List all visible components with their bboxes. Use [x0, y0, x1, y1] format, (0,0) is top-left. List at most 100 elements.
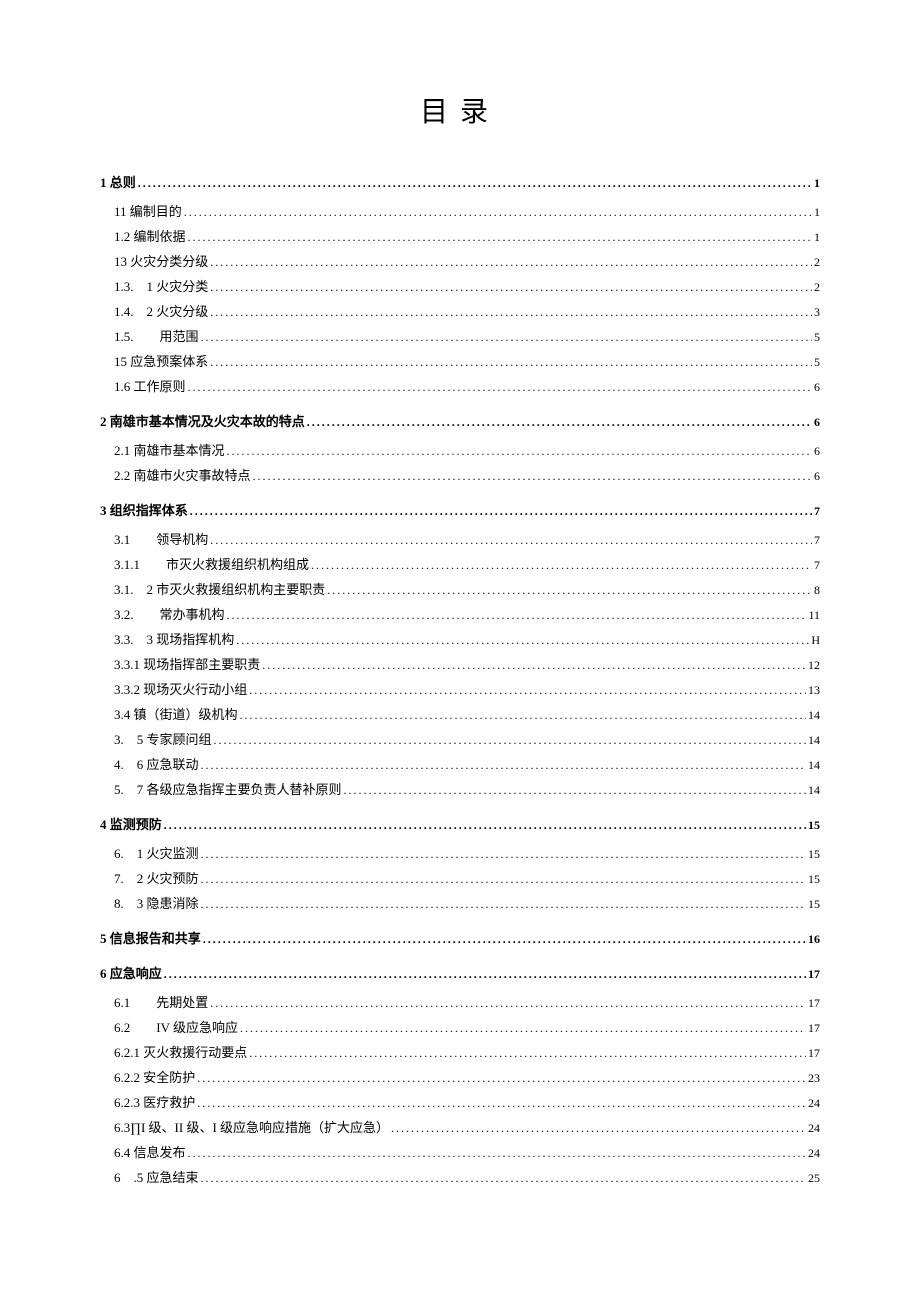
- toc-leader-dots: [210, 356, 812, 368]
- toc-entry-label: 2 南雄市基本情况及火灾本故的特点: [100, 415, 305, 428]
- toc-entry-page: H: [811, 634, 820, 646]
- toc-entry: 7. 2 火灾预防15: [100, 866, 820, 891]
- toc-entry-label: 2.1 南雄市基本情况: [114, 444, 225, 457]
- toc-entry-label: 3.2. 常办事机构: [114, 608, 225, 621]
- toc-leader-dots: [164, 819, 806, 831]
- toc-leader-dots: [210, 256, 812, 268]
- toc-leader-dots: [164, 968, 806, 980]
- toc-entry-label: 6 .5 应急结束: [114, 1171, 199, 1184]
- toc-entry: 3.1. 2 市灭火救援组织机构主要职责8: [100, 577, 820, 602]
- toc-leader-dots: [197, 1097, 806, 1109]
- toc-entry-label: 6.3∏I 级、II 级、I 级应急响应措施（扩大应急）: [114, 1121, 389, 1134]
- toc-entry-label: 13 火灾分类分级: [114, 255, 208, 268]
- toc-entry-label: 4 监测预防: [100, 818, 162, 831]
- toc-leader-dots: [188, 1147, 806, 1159]
- toc-entry-page: 24: [808, 1147, 820, 1159]
- toc-entry: 2.2 南雄市火灾事故特点6: [100, 463, 820, 488]
- toc-entry-page: 15: [808, 873, 820, 885]
- toc-entry-page: 25: [808, 1172, 820, 1184]
- toc-entry: 3.1.1 市灭火救援组织机构组成7: [100, 552, 820, 577]
- toc-entry-page: 23: [808, 1072, 820, 1084]
- toc-entry-page: 15: [808, 848, 820, 860]
- toc-entry-label: 3.3.2 现场灭火行动小组: [114, 683, 247, 696]
- toc-entry-label: 6.4 信息发布: [114, 1146, 186, 1159]
- table-of-contents: 1 总则 1 11 编制目的11.2 编制依据1 13 火灾分类分级 2 1.3. 1 火…: [100, 170, 820, 1190]
- toc-entry: 1.6 工作原则6: [100, 374, 820, 399]
- toc-entry: 6. 1 火灾监测 15: [100, 841, 820, 866]
- toc-entry: 6.4 信息发布 24: [100, 1140, 820, 1165]
- toc-leader-dots: [253, 470, 812, 482]
- toc-entry: 1.2 编制依据1: [100, 224, 820, 249]
- toc-entry: 6.3∏I 级、II 级、I 级应急响应措施（扩大应急）24: [100, 1115, 820, 1140]
- toc-entry-page: 17: [808, 1047, 820, 1059]
- toc-entry: 6 .5 应急结束 25: [100, 1165, 820, 1190]
- toc-entry-page: 6: [814, 381, 820, 393]
- toc-leader-dots: [188, 381, 812, 393]
- toc-entry-label: 6.1 先期处置: [114, 996, 208, 1009]
- toc-entry: 4. 6 应急联动14: [100, 752, 820, 777]
- toc-entry-label: 8. 3 隐患消除: [114, 897, 199, 910]
- toc-entry-label: 5 信息报告和共享: [100, 932, 201, 945]
- toc-entry-label: 1.5. 用范围: [114, 330, 199, 343]
- toc-entry-label: 15 应急预案体系: [114, 355, 208, 368]
- toc-leader-dots: [214, 734, 806, 746]
- toc-title: 目录: [100, 90, 820, 130]
- toc-entry: 11 编制目的1: [100, 199, 820, 224]
- toc-entry-label: 6.2.3 医疗救护: [114, 1096, 195, 1109]
- toc-entry: 1.4. 2 火灾分级3: [100, 299, 820, 324]
- toc-entry: 15 应急预案体系5: [100, 349, 820, 374]
- toc-leader-dots: [210, 997, 806, 1009]
- toc-entry: 13 火灾分类分级 2: [100, 249, 820, 274]
- toc-entry-page: 17: [808, 968, 820, 980]
- toc-entry: 3.2. 常办事机构 11: [100, 602, 820, 627]
- toc-entry-page: 12: [808, 659, 820, 671]
- toc-leader-dots: [210, 534, 812, 546]
- toc-entry: 3.1 领导机构7: [100, 527, 820, 552]
- toc-entry: 5 信息报告和共享 16: [100, 926, 820, 951]
- toc-leader-dots: [138, 177, 812, 189]
- toc-entry: 6 应急响应 17: [100, 961, 820, 986]
- toc-entry: 5. 7 各级应急指挥主要负责人替补原则14: [100, 777, 820, 802]
- toc-leader-dots: [249, 1047, 806, 1059]
- toc-entry-page: 17: [808, 997, 820, 1009]
- toc-entry-page: 16: [808, 933, 820, 945]
- toc-entry-page: 2: [814, 256, 820, 268]
- toc-leader-dots: [240, 1022, 806, 1034]
- toc-entry-label: 6 应急响应: [100, 967, 162, 980]
- toc-entry-label: 6. 1 火灾监测: [114, 847, 199, 860]
- toc-entry-page: 14: [808, 759, 820, 771]
- toc-leader-dots: [201, 331, 812, 343]
- toc-leader-dots: [184, 206, 812, 218]
- toc-entry-page: 6: [814, 416, 820, 428]
- toc-entry: 6.2 IV 级应急响应17: [100, 1015, 820, 1040]
- toc-entry-label: 3.1. 2 市灭火救援组织机构主要职责: [114, 583, 325, 596]
- toc-leader-dots: [327, 584, 812, 596]
- toc-leader-dots: [391, 1122, 806, 1134]
- toc-leader-dots: [227, 445, 812, 457]
- toc-leader-dots: [307, 416, 812, 428]
- toc-leader-dots: [249, 684, 806, 696]
- toc-entry: 2.1 南雄市基本情况 6: [100, 438, 820, 463]
- toc-leader-dots: [203, 933, 806, 945]
- toc-entry-label: 3.4 镇（街道）级机构: [114, 708, 238, 721]
- toc-entry-page: 11: [808, 609, 820, 621]
- toc-leader-dots: [227, 609, 807, 621]
- toc-leader-dots: [210, 306, 812, 318]
- toc-entry: 6.2.1 灭火救援行动要点17: [100, 1040, 820, 1065]
- toc-entry-page: 1: [814, 177, 820, 189]
- toc-entry: 3.3. 3 现场指挥机构H: [100, 627, 820, 652]
- toc-entry: 3. 5 专家顾问组14: [100, 727, 820, 752]
- toc-entry-page: 1: [814, 231, 820, 243]
- toc-leader-dots: [311, 559, 812, 571]
- toc-entry-label: 1.3. 1 火灾分类: [114, 280, 208, 293]
- toc-entry-page: 5: [814, 331, 820, 343]
- toc-entry: 4 监测预防15: [100, 812, 820, 837]
- toc-entry-page: 6: [814, 470, 820, 482]
- toc-leader-dots: [236, 634, 809, 646]
- toc-entry-label: 3. 5 专家顾问组: [114, 733, 212, 746]
- toc-entry: 6.2.3 医疗救护24: [100, 1090, 820, 1115]
- toc-entry-page: 17: [808, 1022, 820, 1034]
- toc-entry-label: 1 总则: [100, 176, 136, 189]
- toc-entry-page: 6: [814, 445, 820, 457]
- toc-entry-label: 3.1.1 市灭火救援组织机构组成: [114, 558, 309, 571]
